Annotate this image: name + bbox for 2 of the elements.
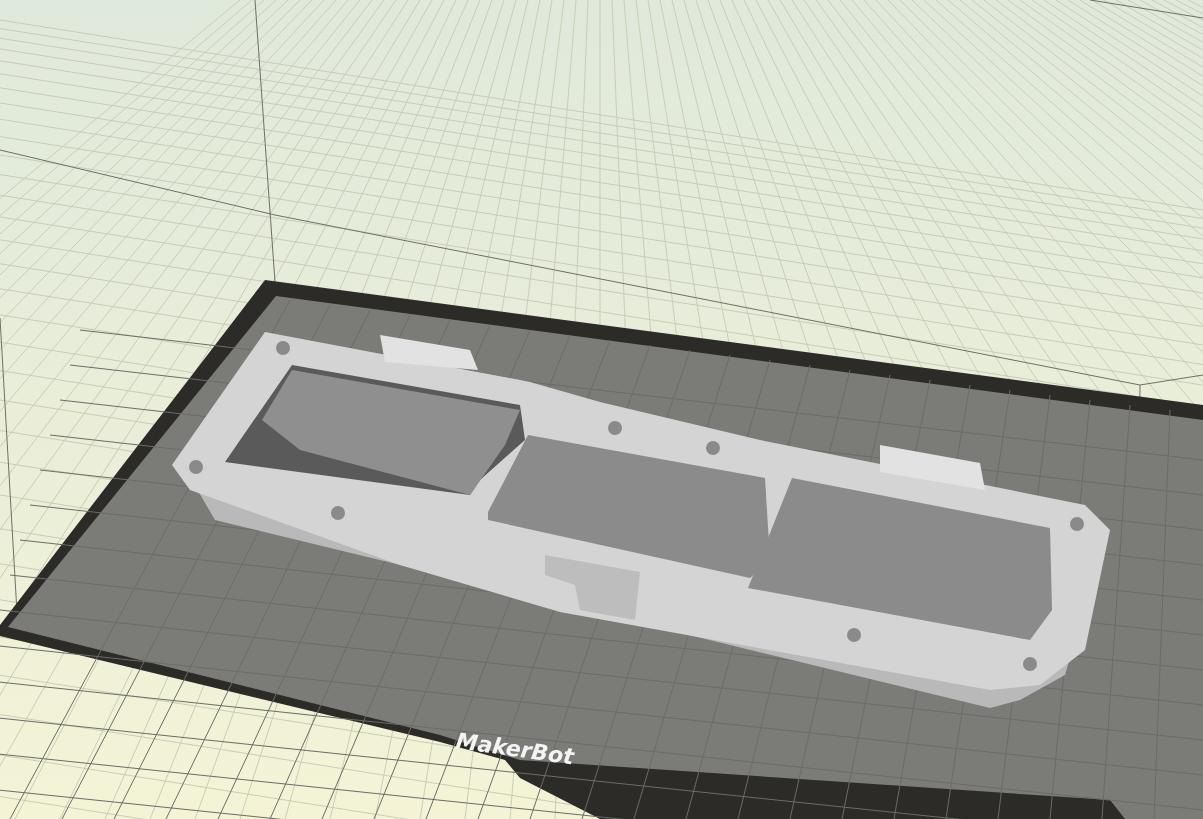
makerbot-logo: MakerBot	[454, 728, 576, 770]
3d-viewport[interactable]: MakerBot	[0, 0, 1203, 819]
